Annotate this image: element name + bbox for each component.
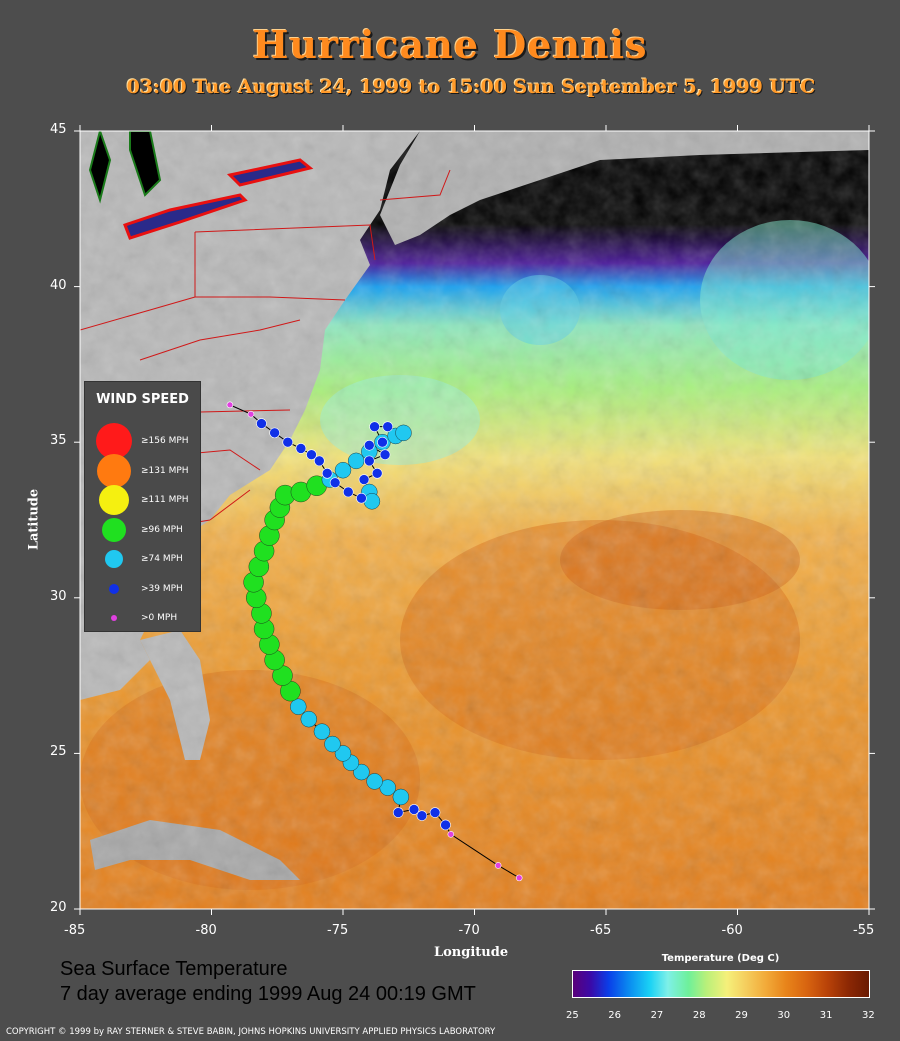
sst-line1: Sea Surface Temperature: [60, 958, 288, 980]
legend-swatch: [99, 485, 129, 515]
y-tick-label: 30: [50, 588, 67, 604]
legend-label: >39 MPH: [141, 583, 183, 594]
colorbar-tick-label: 29: [735, 1010, 748, 1021]
x-tick-label: -80: [195, 923, 217, 938]
track-point: [395, 424, 412, 442]
colorbar-title: Temperature (Deg C): [661, 953, 780, 964]
legend-item: >39 MPH: [85, 574, 200, 604]
track-point: [494, 862, 502, 869]
legend-label: ≥131 MPH: [141, 465, 189, 476]
colorbar-tick-label: 27: [650, 1010, 664, 1021]
track-point: [324, 735, 341, 753]
wind-speed-legend: WIND SPEED ≥156 MPH ≥131 MPH ≥111 MPH ≥96 M…: [84, 381, 201, 632]
colorbar-tick-label: 32: [862, 1010, 875, 1021]
colorbar-tick-label: 31: [819, 1010, 833, 1021]
track-point: [356, 492, 367, 504]
track-point: [377, 436, 388, 448]
track-point: [256, 418, 267, 429]
x-tick-label: -65: [590, 923, 612, 938]
track-point: [429, 807, 441, 818]
track-point: [515, 874, 523, 882]
colorbar-tick-label: 30: [777, 1010, 791, 1021]
track-point: [347, 452, 365, 470]
x-axis-title: Longitude: [434, 945, 509, 960]
track-point: [408, 804, 420, 815]
track-point: [363, 455, 375, 467]
track-point: [247, 410, 255, 418]
x-tick-label: -55: [853, 923, 875, 938]
x-tick-label: -70: [458, 923, 480, 938]
colorbar-tick-label: 25: [566, 1010, 579, 1021]
track-point: [226, 401, 234, 409]
legend-swatch: [111, 615, 117, 621]
y-tick-label: 35: [50, 433, 67, 449]
legend-label: >0 MPH: [141, 613, 178, 623]
y-tick-label: 45: [50, 122, 67, 137]
x-tick-label: -85: [64, 923, 86, 938]
track-point: [392, 788, 410, 806]
legend-item: ≥74 MPH: [85, 544, 200, 574]
track-point: [269, 427, 280, 439]
track-point: [358, 474, 370, 485]
track-point: [313, 723, 331, 740]
legend-item: ≥156 MPH: [85, 423, 200, 459]
track-point: [295, 443, 307, 454]
legend-swatch: [109, 583, 119, 594]
legend-item: ≥96 MPH: [85, 515, 200, 545]
track-point: [371, 468, 383, 479]
x-tick-label: -75: [327, 923, 349, 938]
colorbar-tick-label: 28: [692, 1010, 706, 1021]
track-point: [282, 436, 294, 448]
legend-item: ≥131 MPH: [85, 453, 200, 488]
y-tick-label: 20: [50, 900, 67, 915]
track-point: [379, 449, 391, 460]
legend-title: WIND SPEED: [96, 392, 189, 407]
copyright: COPYRIGHT © 1999 by RAY STERNER & STEVE …: [6, 1027, 496, 1037]
track-point: [366, 773, 383, 790]
track-point: [447, 831, 455, 838]
legend-label: ≥111 MPH: [141, 495, 189, 505]
y-axis-title: Latitude: [26, 488, 42, 551]
track-point: [392, 807, 404, 818]
x-tick-label: -60: [721, 923, 743, 938]
legend-swatch: [102, 517, 126, 542]
y-tick-label: 40: [50, 277, 67, 293]
track-point: [363, 493, 381, 510]
track-point: [382, 421, 394, 432]
y-tick-label: 25: [50, 744, 67, 760]
colorbar-tick-label: 26: [608, 1010, 622, 1021]
legend-swatch: [105, 550, 123, 568]
track-point: [363, 440, 375, 451]
track-point: [342, 486, 354, 498]
track-point: [290, 698, 307, 715]
track-point: [369, 421, 380, 432]
track-point: [306, 449, 317, 460]
legend-swatch: [97, 453, 131, 488]
legend-label: ≥96 MPH: [141, 524, 183, 535]
legend-item: >0 MPH: [85, 603, 200, 633]
track-point: [300, 710, 318, 728]
track-point: [334, 462, 352, 479]
legend-label: ≥156 MPH: [141, 436, 189, 446]
legend-item: ≥111 MPH: [85, 485, 200, 515]
temperature-colorbar: [572, 970, 870, 998]
track-point: [321, 468, 333, 479]
page-subtitle: 03:00 Tue August 24, 1999 to 15:00 Sun S…: [126, 76, 816, 98]
legend-label: ≥74 MPH: [141, 554, 183, 564]
page-title: Hurricane Dennis: [252, 22, 648, 67]
track-point: [440, 819, 451, 831]
sst-line2: 7 day average ending 1999 Aug 24 00:19 G…: [60, 983, 476, 1005]
track-point: [329, 477, 341, 488]
